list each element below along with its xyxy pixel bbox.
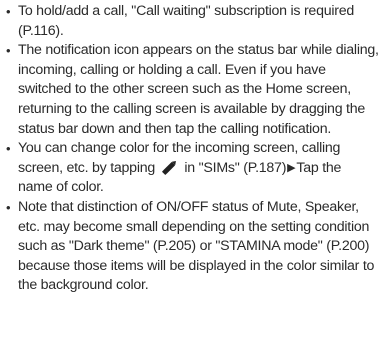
note-on-off-status: Note that distinction of ON/OFF status o… bbox=[6, 198, 379, 296]
note-text-middle: in "SIMs" (P.187) bbox=[184, 159, 287, 176]
right-arrow-icon: ▶ bbox=[287, 161, 296, 174]
note-call-waiting: To hold/add a call, "Call waiting" subsc… bbox=[6, 2, 379, 41]
note-text: Note that distinction of ON/OFF status o… bbox=[18, 198, 375, 294]
note-text: To hold/add a call, "Call waiting" subsc… bbox=[18, 3, 355, 39]
note-text: The notification icon appears on the sta… bbox=[18, 42, 379, 137]
notes-list: To hold/add a call, "Call waiting" subsc… bbox=[6, 2, 379, 296]
pencil-icon bbox=[161, 160, 176, 175]
manual-page: To hold/add a call, "Call waiting" subsc… bbox=[0, 0, 383, 364]
note-change-color: You can change color for the incoming sc… bbox=[6, 139, 379, 198]
note-notification-icon: The notification icon appears on the sta… bbox=[6, 41, 379, 139]
